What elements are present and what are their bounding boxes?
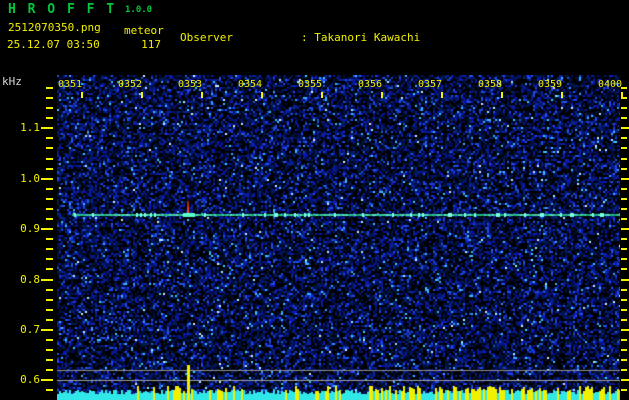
freq-axis-tick-right (621, 168, 627, 170)
freq-axis-tick-right (621, 319, 627, 321)
datetime-label: 25.12.07 03:50 (7, 38, 100, 51)
freq-axis-tick-right (621, 218, 627, 220)
freq-axis-tick-left (46, 87, 53, 89)
freq-axis-tick-right (621, 137, 627, 139)
freq-axis-label: 0.8 (7, 273, 40, 286)
freq-axis-tick-left (46, 339, 53, 341)
time-axis-label: 0358 (472, 79, 508, 90)
freq-axis-tick-left (46, 369, 53, 371)
freq-axis-tick-right (621, 359, 627, 361)
freq-axis-tick-left (46, 349, 53, 351)
time-axis-label: 0353 (172, 79, 208, 90)
time-axis-tick (381, 92, 383, 98)
freq-axis-tick-left (46, 188, 53, 190)
freq-axis-tick-right (621, 309, 627, 311)
freq-axis-tick-right (621, 289, 627, 291)
freq-axis-tick-left (46, 117, 53, 119)
freq-axis-tick-right (621, 329, 629, 331)
freq-axis-tick-right (621, 349, 627, 351)
app-title: H R O F F T (8, 2, 116, 17)
freq-axis-tick-right (621, 379, 629, 381)
freq-axis-tick-right (621, 198, 627, 200)
station-value: : Takanori Kawachi (301, 31, 420, 45)
time-axis-tick (501, 92, 503, 98)
time-axis-label: 0357 (412, 79, 448, 90)
freq-axis-tick-left (46, 208, 53, 210)
freq-axis-tick-right (621, 238, 627, 240)
freq-axis-tick-left (46, 309, 53, 311)
freq-axis-tick-right (621, 258, 627, 260)
freq-axis-tick-right (621, 188, 627, 190)
time-axis-label: 0352 (112, 79, 148, 90)
time-axis-tick (141, 92, 143, 98)
time-axis-tick (561, 92, 563, 98)
time-axis-label: 0359 (532, 79, 568, 90)
time-axis-tick (201, 92, 203, 98)
freq-axis-tick-left (46, 107, 53, 109)
freq-axis-tick-right (621, 178, 629, 180)
freq-axis-tick-right (621, 299, 627, 301)
freq-axis-tick-left (46, 258, 53, 260)
freq-axis-label: 1.1 (7, 121, 40, 134)
freq-axis-tick-right (621, 268, 627, 270)
freq-axis-tick-right (621, 208, 627, 210)
freq-axis-tick-left (41, 127, 53, 129)
time-axis-tick (261, 92, 263, 98)
freq-axis-tick-right (621, 97, 627, 99)
freq-axis-tick-left (41, 178, 53, 180)
freq-axis-label: 0.6 (7, 373, 40, 386)
time-axis-tick (321, 92, 323, 98)
freq-axis-tick-right (621, 147, 627, 149)
freq-axis-tick-left (41, 379, 53, 381)
freq-axis-tick-right (621, 389, 627, 391)
freq-axis-tick-left (46, 158, 53, 160)
freq-axis-tick-left (46, 389, 53, 391)
time-axis-label: 0356 (352, 79, 388, 90)
freq-axis-tick-left (41, 329, 53, 331)
freq-axis-tick-right (621, 339, 627, 341)
freq-axis-tick-right (621, 158, 627, 160)
time-axis-tick (441, 92, 443, 98)
time-axis-label: 0351 (52, 79, 88, 90)
time-axis-tick (81, 92, 83, 98)
hrofft-window: H R O F F T 1.0.0 2512070350.png meteor … (0, 0, 629, 400)
output-file-name: 2512070350.png (8, 21, 101, 34)
time-axis-label: 0354 (232, 79, 268, 90)
mode-label: meteor (124, 24, 164, 37)
freq-axis-tick-right (621, 117, 627, 119)
freq-axis-tick-right (621, 369, 627, 371)
freq-axis-tick-left (46, 218, 53, 220)
freq-axis-tick-right (621, 279, 629, 281)
freq-axis-tick-left (46, 268, 53, 270)
freq-axis-tick-left (46, 319, 53, 321)
freq-axis-tick-left (41, 279, 53, 281)
freq-axis-label: 0.9 (7, 222, 40, 235)
time-axis-label: 0355 (292, 79, 328, 90)
freq-axis-tick-left (46, 97, 53, 99)
freq-axis-tick-left (46, 168, 53, 170)
freq-axis-tick-left (41, 228, 53, 230)
freq-axis-tick-right (621, 87, 627, 89)
station-label: Observer (180, 31, 301, 45)
freq-axis-tick-left (46, 137, 53, 139)
spectrogram-canvas (57, 75, 620, 400)
freq-axis-tick-left (46, 289, 53, 291)
freq-axis-tick-right (621, 127, 629, 129)
freq-axis-tick-left (46, 198, 53, 200)
freq-axis-tick-left (46, 248, 53, 250)
freq-axis-tick-left (46, 359, 53, 361)
station-row-observer: Observer : Takanori Kawachi (180, 31, 553, 45)
freq-axis-tick-right (621, 107, 627, 109)
freq-axis-label: 1.0 (7, 172, 40, 185)
echo-count: 117 (120, 38, 161, 51)
freq-axis-tick-right (621, 248, 627, 250)
freq-axis-tick-left (46, 147, 53, 149)
freq-axis-tick-left (46, 238, 53, 240)
frequency-unit-label: kHz (2, 75, 22, 88)
freq-axis-tick-left (46, 299, 53, 301)
freq-axis-label: 0.7 (7, 323, 40, 336)
app-version: 1.0.0 (125, 5, 152, 15)
freq-axis-tick-right (621, 228, 629, 230)
